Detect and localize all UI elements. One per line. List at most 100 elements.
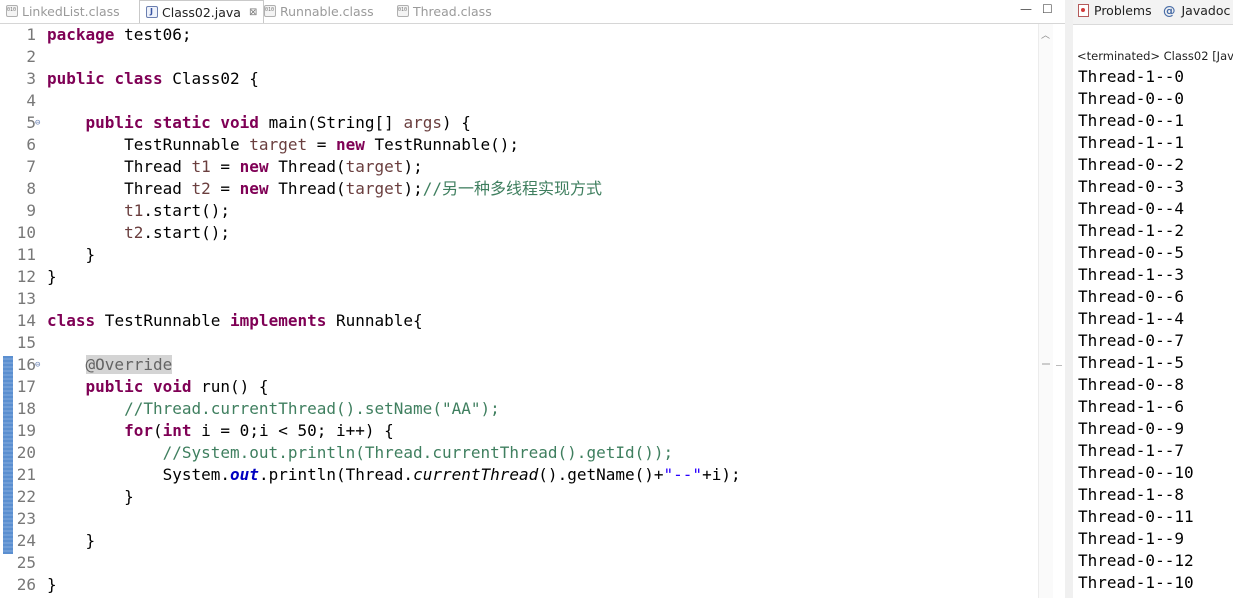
code-line[interactable]: 11 } bbox=[0, 244, 1040, 266]
line-number: 21 bbox=[16, 465, 36, 484]
code-token: ().getName()+ bbox=[538, 465, 664, 484]
tab-class02-java[interactable]: Class02.java ⊠ bbox=[139, 0, 265, 23]
code-line[interactable]: 13 bbox=[0, 288, 1040, 310]
line-number: 16 bbox=[16, 355, 36, 374]
overview-ruler[interactable] bbox=[1053, 24, 1065, 598]
code-text: } bbox=[47, 244, 96, 266]
code-line[interactable]: 26} bbox=[0, 574, 1040, 596]
code-line[interactable]: 3 public class Class02 { bbox=[0, 68, 1040, 90]
code-line[interactable]: 8 Thread t2 = new Thread(target);//另一种多线… bbox=[0, 178, 1040, 200]
code-line[interactable]: 1 package test06; bbox=[0, 24, 1040, 46]
code-token: +i); bbox=[702, 465, 741, 484]
code-token: test06; bbox=[114, 25, 192, 44]
tab-runnable-class[interactable]: Runnable.class bbox=[264, 0, 374, 22]
code-token: Thread bbox=[47, 157, 192, 176]
line-number: 18 bbox=[16, 399, 36, 418]
code-line[interactable]: 4 bbox=[0, 90, 1040, 112]
code-token: void bbox=[220, 113, 259, 132]
code-token: t1 bbox=[124, 201, 144, 220]
code-text: } bbox=[47, 486, 134, 508]
scroll-up-icon[interactable]: ︿ bbox=[1041, 28, 1050, 41]
code-text: t2.start(); bbox=[47, 222, 230, 244]
line-number: 10 bbox=[16, 223, 36, 242]
tab-problems[interactable]: Problems bbox=[1078, 3, 1152, 18]
tab-label: Runnable.class bbox=[280, 3, 374, 19]
code-token: "--" bbox=[663, 465, 703, 484]
code-token: int bbox=[162, 421, 192, 440]
tab-javadoc[interactable]: @ Javadoc bbox=[1163, 3, 1230, 18]
editor-pane[interactable]: LinkedList.class Class02.java ⊠ Runnable… bbox=[0, 0, 1065, 598]
code-token: } bbox=[47, 487, 134, 506]
code-token: } bbox=[47, 531, 96, 550]
console-output-line: Thread-1--4 bbox=[1078, 309, 1184, 328]
problems-icon bbox=[1078, 4, 1089, 17]
code-line[interactable]: 16 ⊖ @Override bbox=[0, 354, 1040, 376]
console-output-line: Thread-0--11 bbox=[1078, 507, 1194, 526]
line-number: 7 bbox=[26, 157, 36, 176]
close-icon[interactable]: ⊠ bbox=[249, 7, 257, 18]
fold-toggle-icon[interactable]: ⊖ bbox=[35, 354, 40, 376]
code-line[interactable]: 2 bbox=[0, 46, 1040, 68]
code-line[interactable]: 20 //System.out.println(Thread.currentTh… bbox=[0, 442, 1040, 464]
line-number: 2 bbox=[26, 47, 36, 66]
code-text: t1.start(); bbox=[47, 200, 230, 222]
code-token: currentThread bbox=[413, 465, 539, 484]
console-output-line: Thread-1--1 bbox=[1078, 133, 1184, 152]
line-number: 8 bbox=[26, 179, 36, 198]
code-line[interactable]: 9 t1.start(); bbox=[0, 200, 1040, 222]
line-number: 3 bbox=[26, 69, 36, 88]
code-token: out bbox=[230, 465, 259, 484]
console-output-line: Thread-0--0 bbox=[1078, 89, 1184, 108]
code-line[interactable]: 12} bbox=[0, 266, 1040, 288]
code-line[interactable]: 24 } bbox=[0, 530, 1040, 552]
tab-thread-class[interactable]: Thread.class bbox=[397, 0, 492, 22]
code-token: public bbox=[85, 113, 144, 132]
line-number: 13 bbox=[16, 289, 36, 308]
code-line[interactable]: 15 bbox=[0, 332, 1040, 354]
code-line[interactable]: 14 class TestRunnable implements Runnable… bbox=[0, 310, 1040, 332]
code-token: static bbox=[152, 113, 211, 132]
console-output-line: Thread-0--8 bbox=[1078, 375, 1184, 394]
code-line[interactable]: 7 Thread t1 = new Thread(target); bbox=[0, 156, 1040, 178]
code-token: class bbox=[114, 69, 163, 88]
code-line[interactable]: 21 System.out.println(Thread.currentThre… bbox=[0, 464, 1040, 486]
scroll-thumb-marker[interactable] bbox=[1042, 363, 1050, 365]
code-token: ) { bbox=[441, 113, 471, 132]
line-number: 6 bbox=[26, 135, 36, 154]
code-text: System.out.println(Thread.currentThread(… bbox=[47, 464, 741, 486]
code-token: } bbox=[47, 575, 57, 594]
code-token: target bbox=[249, 135, 308, 154]
code-line[interactable]: 22 } bbox=[0, 486, 1040, 508]
code-line[interactable]: 23 bbox=[0, 508, 1040, 530]
code-token: ( bbox=[152, 421, 163, 440]
code-line[interactable]: 17 public void run() { bbox=[0, 376, 1040, 398]
code-line[interactable]: 25 bbox=[0, 552, 1040, 574]
code-token: //System.out.println(Thread.currentThrea… bbox=[162, 443, 674, 462]
code-token: target bbox=[345, 179, 404, 198]
fold-toggle-icon[interactable]: ⊖ bbox=[35, 112, 40, 134]
code-text: public static void main(String[] args) { bbox=[47, 112, 471, 134]
maximize-icon[interactable]: ☐ bbox=[1042, 2, 1053, 16]
code-line[interactable]: 5 ⊖ public static void main(String[] args… bbox=[0, 112, 1040, 134]
code-token: System. bbox=[47, 465, 231, 484]
code-line[interactable]: 6 TestRunnable target = new TestRunnable… bbox=[0, 134, 1040, 156]
pane-divider[interactable] bbox=[1065, 0, 1073, 598]
console-status: <terminated> Class02 [Java bbox=[1077, 49, 1233, 63]
code-token: = bbox=[307, 135, 336, 154]
code-line[interactable]: 19 for(int i = 0;i < 50; i++) { bbox=[0, 420, 1040, 442]
code-token: new bbox=[239, 179, 269, 198]
console-pane[interactable]: Problems @ Javadoc <terminated> Class02 … bbox=[1073, 0, 1233, 598]
line-number: 4 bbox=[26, 91, 36, 110]
code-line[interactable]: 10 t2.start(); bbox=[0, 222, 1040, 244]
console-output-line: Thread-0--2 bbox=[1078, 155, 1184, 174]
console-output-line: Thread-0--12 bbox=[1078, 551, 1194, 570]
minimize-icon[interactable]: — bbox=[1020, 2, 1032, 16]
tab-label: LinkedList.class bbox=[22, 3, 120, 19]
code-token: t2 bbox=[124, 223, 144, 242]
tab-linkedlist-class[interactable]: LinkedList.class bbox=[6, 0, 120, 22]
code-line[interactable]: 18 //Thread.currentThread().setName("AA"… bbox=[0, 398, 1040, 420]
editor-scrollbar[interactable]: ︿ bbox=[1038, 24, 1053, 598]
